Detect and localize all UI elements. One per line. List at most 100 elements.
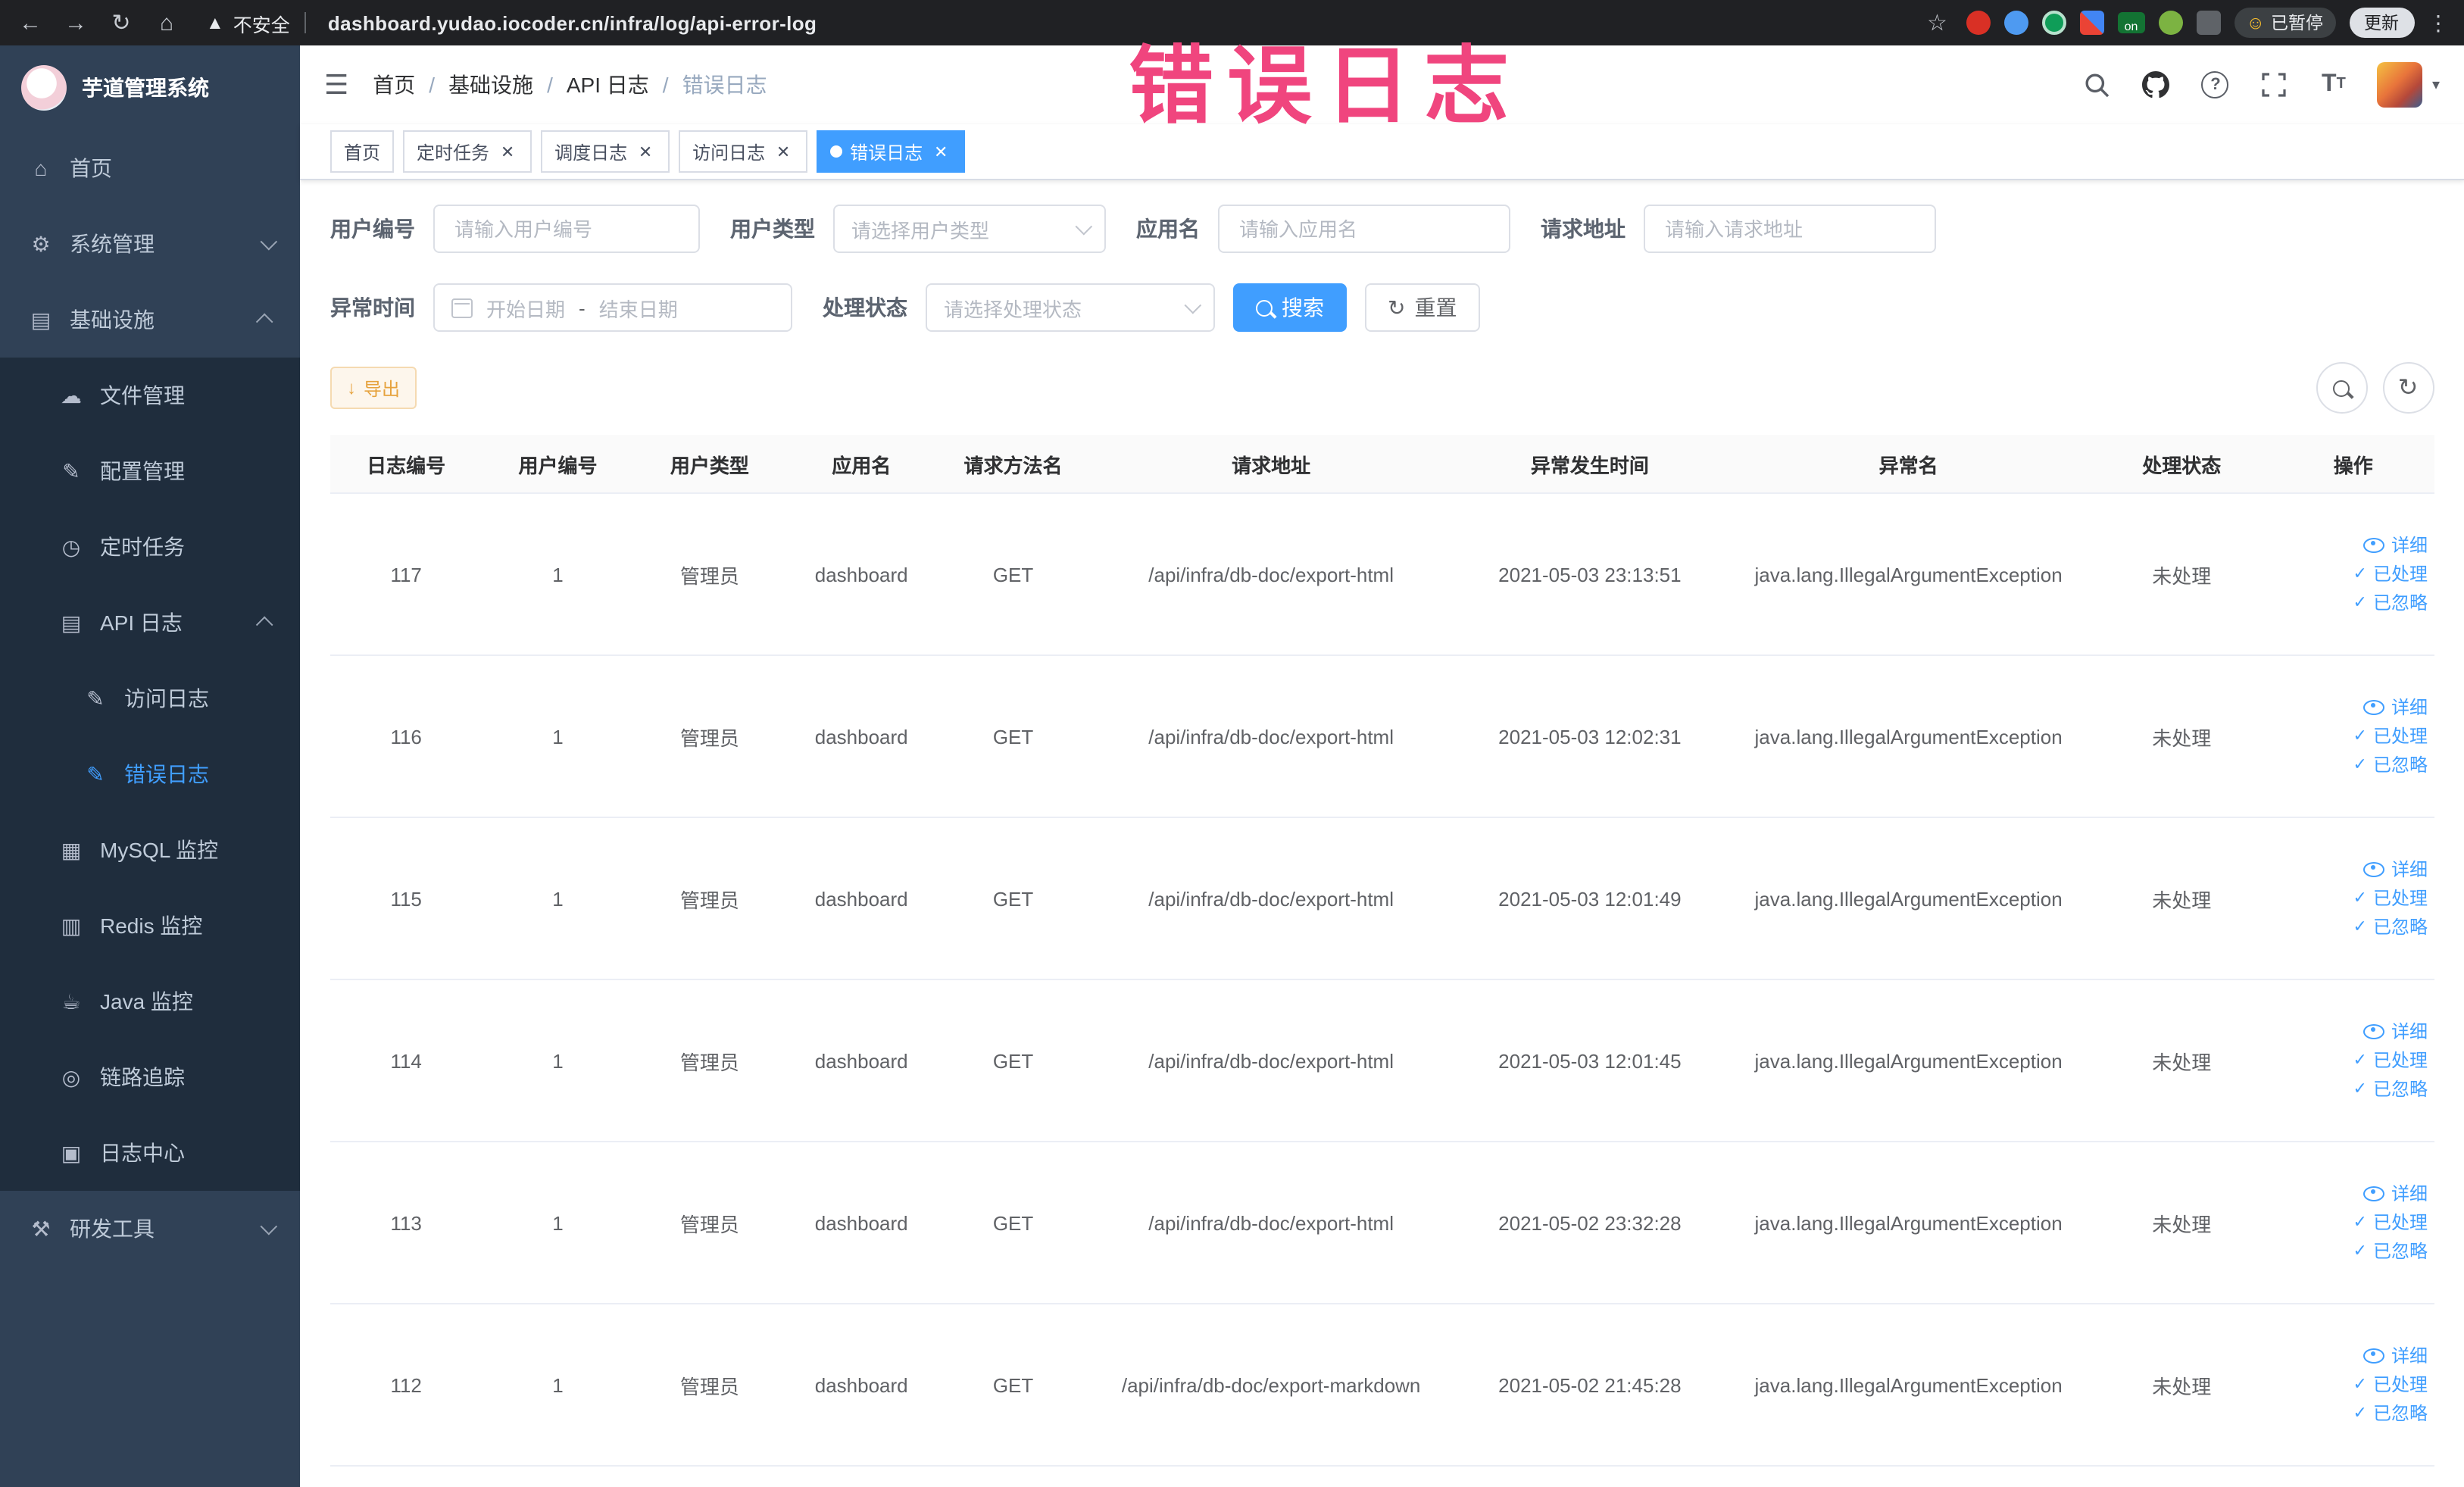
bookmark-star-icon[interactable]: ☆	[1922, 8, 1952, 38]
ignored-link[interactable]: ✓ 已忽略	[2278, 1075, 2428, 1104]
extension-icon[interactable]	[2041, 11, 2066, 35]
cell-app-name: dashboard	[785, 655, 938, 818]
back-button[interactable]: ←	[15, 8, 45, 38]
toggle-search-button[interactable]	[2316, 362, 2367, 414]
tab-close-icon[interactable]: ✕	[497, 141, 518, 162]
user-id-field[interactable]	[451, 216, 682, 242]
detail-link[interactable]: 详细	[2278, 1017, 2428, 1046]
ignored-link[interactable]: ✓ 已忽略	[2278, 913, 2428, 942]
breadcrumb-infra[interactable]: 基础设施	[448, 70, 533, 100]
sidebar-item-log-center[interactable]: ▣ 日志中心	[0, 1115, 300, 1191]
exception-time-range[interactable]: 开始日期 - 结束日期	[433, 283, 792, 332]
search-button[interactable]: 搜索	[1233, 283, 1347, 332]
help-icon[interactable]: ?	[2200, 70, 2231, 100]
col-actions: 操作	[2272, 435, 2434, 494]
processed-link[interactable]: ✓ 已处理	[2278, 1046, 2428, 1075]
sidebar-item-mysql-monitor[interactable]: ▦ MySQL 监控	[0, 812, 300, 888]
cell-time: 2021-05-02 23:32:28	[1453, 1142, 1727, 1304]
sidebar-item-home[interactable]: ⌂ 首页	[0, 130, 300, 206]
detail-link[interactable]: 详细	[2278, 1179, 2428, 1208]
sidebar-item-label: 文件管理	[100, 383, 185, 408]
user-type-select[interactable]: 请选择用户类型	[833, 205, 1106, 253]
ignored-link[interactable]: ✓ 已忽略	[2278, 751, 2428, 779]
reset-button[interactable]: ↻ 重置	[1365, 283, 1480, 332]
extension-icon[interactable]	[2079, 11, 2104, 35]
detail-link[interactable]: 详细	[2278, 855, 2428, 884]
user-type-label: 用户类型	[730, 217, 815, 241]
tab-home[interactable]: 首页	[330, 130, 395, 173]
processed-link[interactable]: ✓ 已处理	[2278, 722, 2428, 751]
request-url-field[interactable]	[1662, 216, 1918, 242]
table-row: 116 1 管理员 dashboard GET /api/infra/db-do…	[330, 655, 2434, 818]
refresh-button[interactable]: ↻	[106, 8, 136, 38]
processed-link[interactable]: ✓ 已处理	[2278, 1208, 2428, 1237]
log-center-icon: ▣	[61, 1140, 82, 1164]
search-icon[interactable]	[2082, 70, 2113, 100]
sidebar-item-infra[interactable]: ▤ 基础设施	[0, 282, 300, 358]
user-menu[interactable]: ▾	[2377, 62, 2440, 108]
tab-error-log[interactable]: 错误日志 ✕	[817, 130, 966, 173]
tab-close-icon[interactable]: ✕	[635, 141, 656, 162]
app-name-input[interactable]	[1218, 205, 1510, 253]
tab-schedule-log[interactable]: 调度日志 ✕	[541, 130, 670, 173]
tab-scheduled-jobs[interactable]: 定时任务 ✕	[403, 130, 532, 173]
processed-link[interactable]: ✓ 已处理	[2278, 560, 2428, 589]
forward-button[interactable]: →	[61, 8, 91, 38]
date-end-placeholder: 结束日期	[598, 298, 678, 320]
app-name-field[interactable]	[1236, 216, 1492, 242]
tab-access-log[interactable]: 访问日志 ✕	[679, 130, 808, 173]
sidebar-item-access-log[interactable]: ✎ 访问日志	[0, 661, 300, 736]
refresh-table-button[interactable]: ↻	[2382, 362, 2434, 414]
extension-on-badge[interactable]: on	[2117, 12, 2145, 33]
sidebar-item-system[interactable]: ⚙ 系统管理	[0, 206, 300, 282]
font-size-icon[interactable]: TT	[2319, 70, 2349, 100]
ignored-link[interactable]: ✓ 已忽略	[2278, 589, 2428, 617]
sidebar-item-scheduled-jobs[interactable]: ◷ 定时任务	[0, 509, 300, 585]
breadcrumb-api-log[interactable]: API 日志	[567, 70, 649, 100]
extension-icon[interactable]	[2196, 11, 2221, 35]
site-security-chip[interactable]: ▲ 不安全	[206, 8, 313, 37]
sidebar-item-trace[interactable]: ◎ 链路追踪	[0, 1039, 300, 1115]
check-icon: ✓	[2353, 755, 2367, 773]
sidebar-item-error-log[interactable]: ✎ 错误日志	[0, 736, 300, 812]
sidebar-item-api-log[interactable]: ▤ API 日志	[0, 585, 300, 661]
app-logo[interactable]: 芋道管理系统	[0, 45, 300, 130]
sidebar-item-dev-tools[interactable]: ⚒ 研发工具	[0, 1191, 300, 1267]
processed-link[interactable]: ✓ 已处理	[2278, 1370, 2428, 1399]
breadcrumb-home[interactable]: 首页	[373, 70, 415, 100]
tab-close-icon[interactable]: ✕	[773, 141, 794, 162]
sidebar-item-redis-monitor[interactable]: ▥ Redis 监控	[0, 888, 300, 964]
sidebar-item-java-monitor[interactable]: ☕ Java 监控	[0, 964, 300, 1039]
user-id-input[interactable]	[433, 205, 700, 253]
request-url-input[interactable]	[1644, 205, 1936, 253]
cell-status: 未处理	[2091, 979, 2273, 1142]
extension-icon[interactable]	[1966, 11, 1991, 35]
ignored-link[interactable]: ✓ 已忽略	[2278, 1237, 2428, 1266]
fullscreen-icon[interactable]	[2259, 70, 2290, 100]
extension-icon[interactable]	[2003, 11, 2028, 35]
detail-link[interactable]: 详细	[2278, 1342, 2428, 1370]
extension-icon[interactable]	[2158, 11, 2183, 35]
export-button[interactable]: ↓ 导出	[330, 367, 417, 409]
address-bar[interactable]: dashboard.yudao.iocoder.cn/infra/log/api…	[328, 11, 1907, 34]
paused-badge[interactable]: ☺ 已暂停	[2234, 8, 2335, 38]
update-button[interactable]: 更新	[2349, 8, 2414, 38]
sidebar-item-label: MySQL 监控	[100, 838, 219, 862]
process-status-select[interactable]: 请选择处理状态	[926, 283, 1215, 332]
tab-close-icon[interactable]: ✕	[930, 141, 951, 162]
sidebar-toggle-icon[interactable]: ☰	[324, 69, 348, 101]
cell-app-name: dashboard	[785, 493, 938, 656]
ignored-link[interactable]: ✓ 已忽略	[2278, 1399, 2428, 1428]
cell-method: GET	[937, 1304, 1089, 1467]
sidebar-item-file-manage[interactable]: ☁ 文件管理	[0, 358, 300, 433]
github-icon[interactable]	[2141, 70, 2172, 100]
browser-menu-icon[interactable]: ⋮	[2428, 10, 2449, 36]
cell-time: 2021-05-03 23:13:51	[1453, 493, 1727, 656]
cell-log-id: 115	[330, 817, 482, 980]
detail-link[interactable]: 详细	[2278, 693, 2428, 722]
processed-link[interactable]: ✓ 已处理	[2278, 884, 2428, 913]
detail-link[interactable]: 详细	[2278, 531, 2428, 560]
sidebar-item-label: 系统管理	[70, 232, 155, 256]
home-button[interactable]: ⌂	[151, 8, 182, 38]
sidebar-item-config-manage[interactable]: ✎ 配置管理	[0, 433, 300, 509]
